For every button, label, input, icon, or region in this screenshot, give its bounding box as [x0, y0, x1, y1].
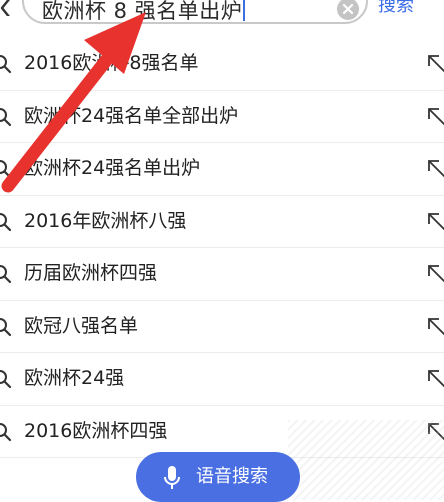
- search-input[interactable]: 欧洲杯 8 强名单出炉: [22, 0, 368, 24]
- suggestion-text: 2016年欧洲杯八强: [24, 209, 187, 232]
- search-query-text: 欧洲杯 8 强名单出炉: [42, 0, 246, 24]
- chevron-left-icon[interactable]: [0, 0, 16, 16]
- arrow-up-left-icon[interactable]: [426, 263, 444, 285]
- search-submit-button[interactable]: 搜索: [378, 0, 414, 18]
- suggestion-text: 2016欧洲杯四强: [24, 419, 168, 442]
- suggestion-item[interactable]: 历届欧洲杯四强: [0, 248, 444, 301]
- suggestion-text: 历届欧洲杯四强: [24, 262, 158, 284]
- clear-circle-icon: [342, 3, 354, 15]
- arrow-up-left-icon[interactable]: [426, 106, 444, 128]
- suggestion-item[interactable]: 欧洲杯24强名单全部出炉: [0, 91, 444, 143]
- suggestion-item[interactable]: 欧洲杯24强: [0, 353, 444, 406]
- arrow-up-left-icon[interactable]: [426, 368, 444, 390]
- search-icon: [0, 265, 12, 284]
- text-caret: [243, 0, 246, 21]
- search-icon: [0, 212, 12, 231]
- search-icon: [0, 317, 12, 336]
- suggestion-text: 欧洲杯24强: [24, 367, 125, 389]
- arrow-up-left-icon[interactable]: [426, 211, 444, 233]
- suggestion-item[interactable]: 2016欧洲杯8强名单: [0, 38, 444, 91]
- suggestion-text: 欧冠八强名单: [24, 314, 139, 337]
- suggestion-text: 2016欧洲杯8强名单: [24, 52, 199, 74]
- search-icon: [0, 422, 12, 441]
- suggestion-text: 欧洲杯24强名单出炉: [24, 157, 201, 179]
- suggestion-list: 2016欧洲杯8强名单 欧洲杯24强名单全部出炉 欧洲杯24强名单出炉 2016…: [0, 38, 444, 458]
- search-bar: 欧洲杯 8 强名单出炉 搜索: [0, 0, 444, 38]
- voice-search-button[interactable]: 语音搜索: [136, 452, 300, 502]
- clear-search-button[interactable]: [337, 0, 359, 20]
- suggestion-item[interactable]: 欧冠八强名单: [0, 301, 444, 353]
- search-icon: [0, 107, 12, 126]
- arrow-up-left-icon[interactable]: [426, 158, 444, 180]
- arrow-up-left-icon[interactable]: [426, 53, 444, 75]
- search-icon: [0, 370, 12, 389]
- suggestion-item[interactable]: 2016年欧洲杯八强: [0, 196, 444, 248]
- arrow-up-left-icon[interactable]: [426, 316, 444, 338]
- suggestion-text: 欧洲杯24强名单全部出炉: [24, 104, 239, 127]
- watermark: [288, 420, 444, 500]
- voice-search-label: 语音搜索: [196, 466, 268, 487]
- suggestion-item[interactable]: 欧洲杯24强名单出炉: [0, 143, 444, 196]
- microphone-icon: [164, 466, 180, 489]
- search-icon: [0, 160, 12, 179]
- search-icon: [0, 55, 12, 74]
